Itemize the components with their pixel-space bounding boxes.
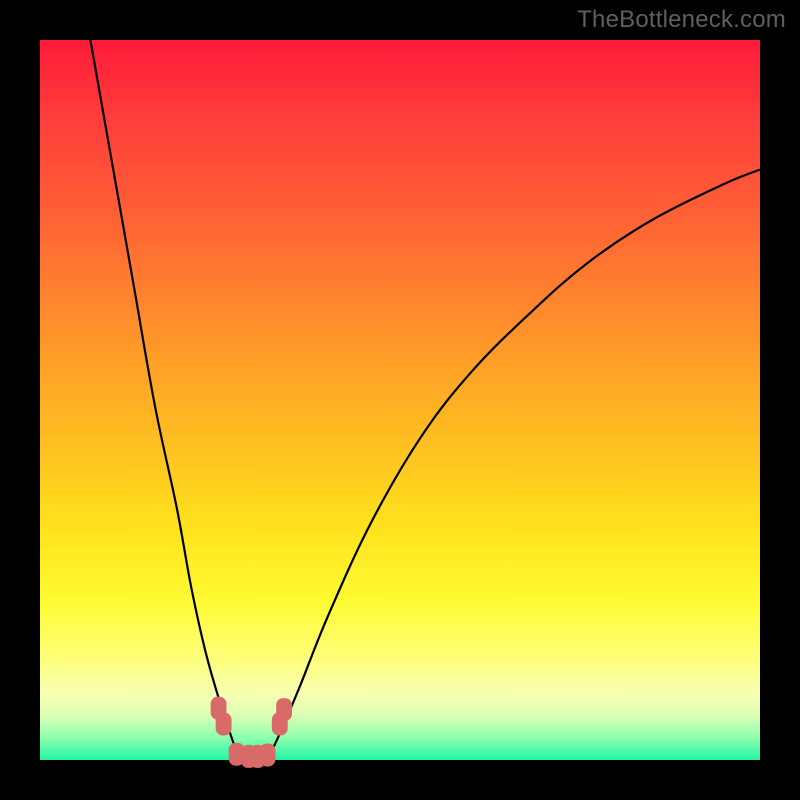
chart-plot-area (40, 40, 760, 760)
bottleneck-marker (216, 712, 232, 735)
series-left-branch (90, 40, 240, 760)
bottleneck-markers (211, 697, 292, 768)
chart-svg (40, 40, 760, 760)
chart-frame: TheBottleneck.com (0, 0, 800, 800)
bottleneck-marker (260, 743, 276, 766)
watermark-text: TheBottleneck.com (577, 6, 786, 34)
series-right-branch (267, 170, 760, 760)
bottleneck-marker (276, 698, 292, 721)
